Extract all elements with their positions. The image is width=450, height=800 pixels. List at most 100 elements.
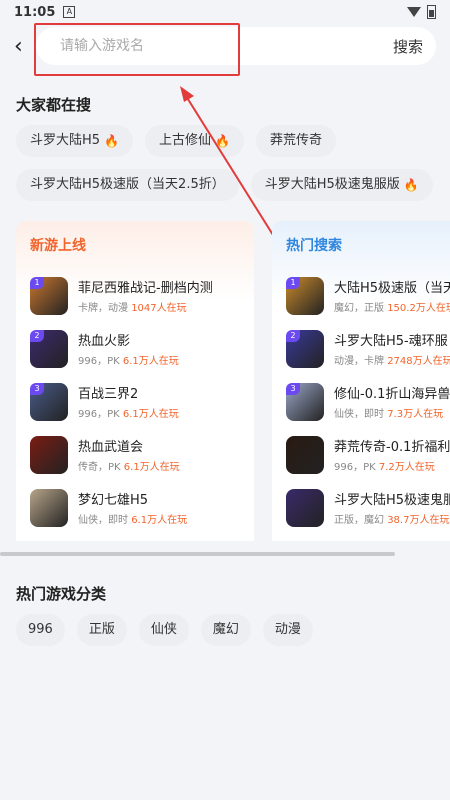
rank-badge: 1 xyxy=(30,276,44,289)
search-button[interactable]: 搜索 xyxy=(380,36,436,57)
rank-badge: 2 xyxy=(30,329,44,342)
new-games-panel: 新游上线 1 菲尼西雅战记-删档内测 卡牌，动漫 1047人在玩 2 热血火影 996，P… xyxy=(16,221,254,541)
game-info: 百战三界2 996，PK 6.1万人在玩 xyxy=(78,383,179,420)
game-players: 6.1万人在玩 xyxy=(122,409,179,420)
game-players: 6.1万人在玩 xyxy=(122,356,179,367)
horizontal-scrollbar[interactable] xyxy=(0,552,395,556)
rank-badge: 3 xyxy=(286,382,300,395)
game-row[interactable]: 莽荒传奇-0.1折福利送 996，PK 7.2万人在玩 xyxy=(272,428,450,481)
game-name: 菲尼西雅战记-删档内测 xyxy=(78,281,213,296)
category-chip[interactable]: 魔幻 xyxy=(200,614,251,646)
game-meta: 996，PK 7.2万人在玩 xyxy=(334,458,450,473)
game-meta: 正版，魔幻 38.7万人在玩 xyxy=(334,511,450,526)
status-bar: 11:05 A xyxy=(0,0,450,24)
game-panels: 新游上线 1 菲尼西雅战记-删档内测 卡牌，动漫 1047人在玩 2 热血火影 996，P… xyxy=(0,221,450,541)
game-meta: 996，PK 6.1万人在玩 xyxy=(78,405,179,420)
hot-search-chip-label: 斗罗大陆H5 xyxy=(30,133,101,148)
game-info: 莽荒传奇-0.1折福利送 996，PK 7.2万人在玩 xyxy=(334,436,450,473)
game-players: 2748万人在玩 xyxy=(387,356,450,367)
game-icon[interactable] xyxy=(286,435,324,474)
battery-icon xyxy=(427,5,436,19)
game-name: 修仙-0.1折山海异兽版 xyxy=(334,387,450,402)
game-row[interactable]: 热血武道会传奇，PK 6.1万人在玩 xyxy=(16,428,254,481)
game-meta: 卡牌，动漫 1047人在玩 xyxy=(78,299,213,314)
game-info: 热血火影 996，PK 6.1万人在玩 xyxy=(78,330,179,367)
game-players: 7.2万人在玩 xyxy=(378,462,435,473)
game-icon[interactable]: 2 xyxy=(30,329,68,368)
game-icon[interactable] xyxy=(30,488,68,527)
hot-search-list: 斗罗大陆H5 🔥 上古修仙 🔥 莽荒传奇 斗罗大陆H5极速版（当天2.5折） 斗罗大陆H5极… xyxy=(0,115,450,201)
hot-search-chip[interactable]: 斗罗大陆H5极速鬼服版 🔥 xyxy=(250,169,433,201)
game-tags: 传奇，PK xyxy=(78,462,121,473)
game-players: 7.3万人在玩 xyxy=(387,409,444,420)
back-arrow-icon[interactable]: ‹ xyxy=(14,34,36,59)
hot-search-chip[interactable]: 斗罗大陆H5 🔥 xyxy=(16,125,133,157)
status-time: 11:05 xyxy=(14,4,56,20)
game-tags: 仙侠，即时 xyxy=(78,515,128,526)
hot-search-chip[interactable]: 斗罗大陆H5极速版（当天2.5折） xyxy=(16,169,239,201)
notification-a-icon: A xyxy=(63,6,76,18)
game-row[interactable]: 2 热血火影 996，PK 6.1万人在玩 xyxy=(16,322,254,375)
hot-games-panel: 热门搜索 1 大陆H5极速版（当天2 魔幻，正版 150.2万人在玩 2 斗罗大陆H5-… xyxy=(272,221,450,541)
game-icon[interactable] xyxy=(286,488,324,527)
fire-icon: 🔥 xyxy=(104,134,119,148)
game-row[interactable]: 2 斗罗大陆H5-魂环服 动漫，卡牌 2748万人在玩 xyxy=(272,322,450,375)
hot-games-title: 热门搜索 xyxy=(286,238,342,254)
game-icon[interactable]: 1 xyxy=(30,276,68,315)
game-info: 大陆H5极速版（当天2 魔幻，正版 150.2万人在玩 xyxy=(334,277,450,314)
game-icon[interactable]: 1 xyxy=(286,276,324,315)
hot-search-chip[interactable]: 莽荒传奇 xyxy=(255,125,336,157)
game-name: 热血武道会 xyxy=(78,440,144,455)
hot-search-chip[interactable]: 上古修仙 🔥 xyxy=(145,125,244,157)
game-info: 修仙-0.1折山海异兽版仙侠，即时 7.3万人在玩 xyxy=(334,383,450,420)
categories-list: 996 正版 仙侠 魔幻 动漫 xyxy=(16,614,313,646)
game-name: 斗罗大陆H5-魂环服 xyxy=(334,334,448,349)
game-info: 斗罗大陆H5-魂环服 动漫，卡牌 2748万人在玩 xyxy=(334,330,450,367)
game-icon[interactable] xyxy=(30,435,68,474)
game-name: 百战三界2 xyxy=(78,387,139,402)
game-tags: 996，PK xyxy=(334,462,376,473)
category-chip[interactable]: 仙侠 xyxy=(138,614,189,646)
game-icon[interactable]: 3 xyxy=(30,382,68,421)
hot-search-chip-label: 上古修仙 xyxy=(159,133,212,148)
game-row[interactable]: 斗罗大陆H5极速鬼服版正版，魔幻 38.7万人在玩 xyxy=(272,481,450,534)
game-players: 6.1万人在玩 xyxy=(123,462,180,473)
new-games-list: 1 菲尼西雅战记-删档内测 卡牌，动漫 1047人在玩 2 热血火影 996，PK 6.1… xyxy=(16,269,254,534)
rank-badge: 3 xyxy=(30,382,44,395)
game-players: 6.1万人在玩 xyxy=(131,515,188,526)
hot-search-chip-label: 斗罗大陆H5极速版（当天2.5折） xyxy=(30,177,225,192)
game-tags: 996，PK xyxy=(78,409,120,420)
game-icon[interactable]: 3 xyxy=(286,382,324,421)
categories-title: 热门游戏分类 xyxy=(16,585,107,603)
game-tags: 卡牌，动漫 xyxy=(78,303,128,314)
hot-search-chip-label: 莽荒传奇 xyxy=(269,133,322,148)
category-chip[interactable]: 996 xyxy=(16,614,65,646)
hot-search-chip-label: 斗罗大陆H5极速鬼服版 xyxy=(264,177,400,192)
game-meta: 动漫，卡牌 2748万人在玩 xyxy=(334,352,450,367)
game-name: 莽荒传奇-0.1折福利送 xyxy=(334,440,450,455)
game-meta: 魔幻，正版 150.2万人在玩 xyxy=(334,299,450,314)
search-bar: ‹ 搜索 xyxy=(0,24,450,68)
game-tags: 正版，魔幻 xyxy=(334,515,384,526)
game-name: 斗罗大陆H5极速鬼服版 xyxy=(334,493,450,508)
rank-badge: 2 xyxy=(286,329,300,342)
game-row[interactable]: 3 修仙-0.1折山海异兽版仙侠，即时 7.3万人在玩 xyxy=(272,375,450,428)
game-tags: 魔幻，正版 xyxy=(334,303,384,314)
game-meta: 996，PK 6.1万人在玩 xyxy=(78,352,179,367)
game-players: 38.7万人在玩 xyxy=(387,515,450,526)
game-row[interactable]: 1 菲尼西雅战记-删档内测 卡牌，动漫 1047人在玩 xyxy=(16,269,254,322)
game-icon[interactable]: 2 xyxy=(286,329,324,368)
game-info: 热血武道会传奇，PK 6.1万人在玩 xyxy=(78,436,180,473)
game-tags: 仙侠，即时 xyxy=(334,409,384,420)
hot-search-title: 大家都在搜 xyxy=(16,96,92,114)
game-tags: 动漫，卡牌 xyxy=(334,356,384,367)
category-chip[interactable]: 动漫 xyxy=(262,614,313,646)
category-chip[interactable]: 正版 xyxy=(76,614,127,646)
game-row[interactable]: 3 百战三界2 996，PK 6.1万人在玩 xyxy=(16,375,254,428)
game-meta: 仙侠，即时 7.3万人在玩 xyxy=(334,405,450,420)
search-input[interactable] xyxy=(58,37,380,55)
game-row[interactable]: 1 大陆H5极速版（当天2 魔幻，正版 150.2万人在玩 xyxy=(272,269,450,322)
fire-icon: 🔥 xyxy=(403,178,419,192)
game-row[interactable]: 梦幻七雄H5 仙侠，即时 6.1万人在玩 xyxy=(16,481,254,534)
rank-badge: 1 xyxy=(286,276,300,289)
